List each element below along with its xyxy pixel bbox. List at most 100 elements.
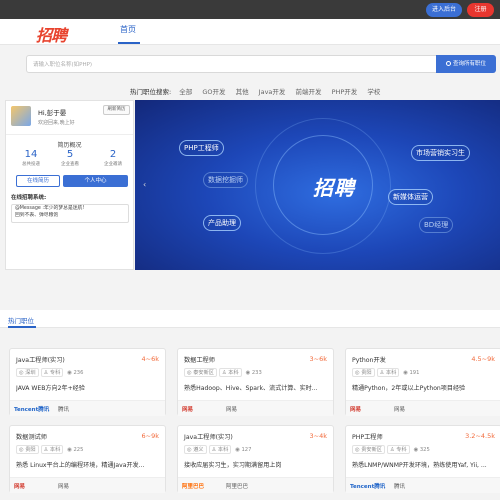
user-panel: Hi,彭于晏 欢迎回来,晚上好 刷新简历 简历概况 14 总共投递 5 企业查看… (5, 100, 134, 270)
job-title[interactable]: 数据测试师 (16, 432, 47, 441)
location-tag: ◎ 泰安新区 (184, 368, 217, 377)
company-name[interactable]: 阿里巴巴 (226, 482, 248, 490)
site-logo[interactable]: 招聘 (36, 22, 67, 46)
company-logo: 网易 (350, 407, 362, 413)
views-count: ◉ 325 (413, 447, 430, 453)
company-logo: Tencent腾讯 (350, 484, 386, 490)
banner-tag: 新媒体运营 (388, 189, 433, 205)
job-meta: ◎ 贵安新区 ♙ 专科 ◉ 325 (352, 445, 434, 454)
hot-search-bar: 热门职位搜索: 全部 GO开发 其他 Java开发 前端开发 PHP开发 学校 (130, 86, 388, 96)
banner-tag: BD经理 (419, 217, 454, 233)
banner-tag: 数据挖掘师 (203, 172, 248, 188)
job-requirement: JAVA WEB方向2年+经验 (16, 385, 85, 392)
job-card[interactable]: Java工程师(实习) 3~4k ◎ 遵义 ♙ 本科 ◉ 127 接收应届实习生，实… (177, 425, 334, 493)
job-requirement: 接收应届实习生，实习期满留用上岗 (184, 462, 282, 469)
stat-label: 总共投递 (22, 162, 40, 167)
nav-active-indicator (118, 42, 140, 44)
job-meta: ◎ 遵义 ♙ 本科 ◉ 127 (184, 445, 255, 454)
admin-button[interactable]: 进入后台 (426, 3, 462, 17)
hot-jobs-header: 热门职位 (0, 310, 500, 328)
hot-jobs-tab[interactable]: 热门职位 (8, 315, 34, 325)
education-tag: ♙ 本科 (40, 445, 64, 454)
hot-search-item-go[interactable]: GO开发 (202, 88, 225, 96)
views-count: ◉ 191 (403, 370, 420, 376)
views-count: ◉ 127 (235, 447, 252, 453)
job-title[interactable]: Java工程师(实习) (184, 432, 233, 441)
hot-search-item-php[interactable]: PHP开发 (332, 88, 358, 96)
job-card[interactable]: Java工程师(实习) 4~6k ◎ 深圳 ♙ 专科 ◉ 236 JAVA WEB方… (9, 348, 166, 416)
job-card[interactable]: 数据工程师 3~6k ◎ 泰安新区 ♙ 本科 ◉ 233 熟悉Hadoop、Hive… (177, 348, 334, 416)
hot-search-item-school[interactable]: 学校 (367, 88, 380, 96)
stat-viewed: 5 企业查看 (55, 149, 85, 167)
job-salary: 4.5~9k (471, 355, 495, 363)
views-count: ◉ 233 (245, 370, 262, 376)
job-requirement: 熟悉 Linux平台上的编程环境，精通Java开发... (16, 462, 145, 469)
company-footer: 网易 网易 (178, 400, 333, 416)
top-bar: 进入后台 注册 (0, 0, 500, 19)
hot-jobs-tab-indicator (8, 326, 36, 328)
company-footer: Tencent腾讯 腾讯 (10, 400, 165, 416)
company-name[interactable]: 腾讯 (394, 482, 405, 490)
company-footer: 网易 网易 (10, 477, 165, 493)
company-logo: 阿里巴巴 (182, 484, 205, 490)
hot-search-item-java[interactable]: Java开发 (259, 88, 286, 96)
personal-center-button[interactable]: 个人中心 (63, 175, 128, 187)
hot-search-item-frontend[interactable]: 前端开发 (295, 88, 321, 96)
stat-number: 2 (109, 149, 117, 160)
company-name[interactable]: 网易 (394, 405, 405, 413)
register-button[interactable]: 注册 (467, 3, 494, 17)
company-footer: 阿里巴巴 阿里巴巴 (178, 477, 333, 493)
company-logo: 网易 (14, 484, 26, 490)
nav-home[interactable]: 首页 (120, 24, 136, 35)
user-greeting: Hi,彭于晏 (38, 109, 67, 117)
location-tag: ◎ 遵义 (184, 445, 207, 454)
job-meta: ◎ 贵阳 ♙ 本科 ◉ 191 (352, 368, 423, 377)
company-name[interactable]: 腾讯 (58, 405, 69, 413)
company-footer: Tencent腾讯 腾讯 (346, 477, 500, 493)
company-name[interactable]: 网易 (58, 482, 69, 490)
search-button[interactable]: 查询所有职位 (436, 55, 496, 73)
job-requirement: 精通Python，2年或以上Python项目经验 (352, 385, 466, 392)
company-name[interactable]: 网易 (226, 405, 237, 413)
job-card[interactable]: 数据测试师 6~9k ◎ 贵阳 ♙ 本科 ◉ 225 熟悉 Linux平台上的编程环… (9, 425, 166, 493)
location-tag: ◎ 贵阳 (16, 445, 39, 454)
location-tag: ◎ 贵阳 (352, 368, 375, 377)
stat-number: 14 (24, 149, 38, 160)
banner-carousel[interactable]: ‹ PHP工程师 市场营销实习生 数据挖掘师 新媒体运营 产品助理 BD经理 招… (135, 100, 500, 270)
job-title[interactable]: PHP工程师 (352, 432, 383, 441)
views-count: ◉ 225 (67, 447, 84, 453)
job-requirement: 熟悉LNMP/WNMP开发环境，熟练使用Yaf, Yii, ... (352, 462, 487, 469)
stat-invited: 2 企业邀请 (98, 149, 128, 167)
search-icon (445, 61, 451, 66)
education-tag: ♙ 专科 (386, 445, 410, 454)
location-tag: ◎ 贵安新区 (352, 445, 385, 454)
job-title[interactable]: Java工程师(实习) (16, 355, 65, 364)
job-meta: ◎ 深圳 ♙ 专科 ◉ 236 (16, 368, 87, 377)
education-tag: ♙ 本科 (208, 445, 232, 454)
job-title[interactable]: Python开发 (352, 355, 386, 364)
job-requirement: 熟悉Hadoop、Hive、Spark、流式计算、实时... (184, 385, 318, 392)
message-box: @Message :年少的梦总是迷航! 回到不表、弹尽粮饱 (11, 204, 129, 223)
job-salary: 6~9k (141, 432, 159, 440)
company-logo: Tencent腾讯 (14, 407, 50, 413)
refresh-resume-button[interactable]: 刷新简历 (103, 105, 130, 115)
education-tag: ♙ 本科 (218, 368, 242, 377)
job-title[interactable]: 数据工程师 (184, 355, 215, 364)
hot-search-item-other[interactable]: 其他 (236, 88, 249, 96)
banner-tag: 市场营销实习生 (411, 145, 470, 161)
stat-delivered: 14 总共投递 (16, 149, 46, 167)
divider (6, 134, 133, 135)
hot-search-item-all[interactable]: 全部 (179, 88, 192, 96)
hot-search-label: 热门职位搜索: (130, 88, 172, 96)
chevron-left-icon[interactable]: ‹ (143, 180, 146, 189)
job-card[interactable]: PHP工程师 3.2~4.5k ◎ 贵安新区 ♙ 专科 ◉ 325 熟悉LNMP/W… (345, 425, 500, 493)
job-salary: 3~4k (309, 432, 327, 440)
message-line: 回到不表、弹尽粮饱 (15, 212, 59, 218)
search-bar: 请输入职位名称(如PHP) 查询所有职位 (26, 55, 496, 73)
header: 招聘 首页 (0, 19, 500, 45)
online-resume-button[interactable]: 在线简历 (16, 175, 60, 187)
job-meta: ◎ 泰安新区 ♙ 本科 ◉ 233 (184, 368, 266, 377)
stat-label: 企业邀请 (104, 162, 122, 167)
search-input[interactable]: 请输入职位名称(如PHP) (33, 60, 92, 68)
job-card[interactable]: Python开发 4.5~9k ◎ 贵阳 ♙ 本科 ◉ 191 精通Python，2… (345, 348, 500, 416)
